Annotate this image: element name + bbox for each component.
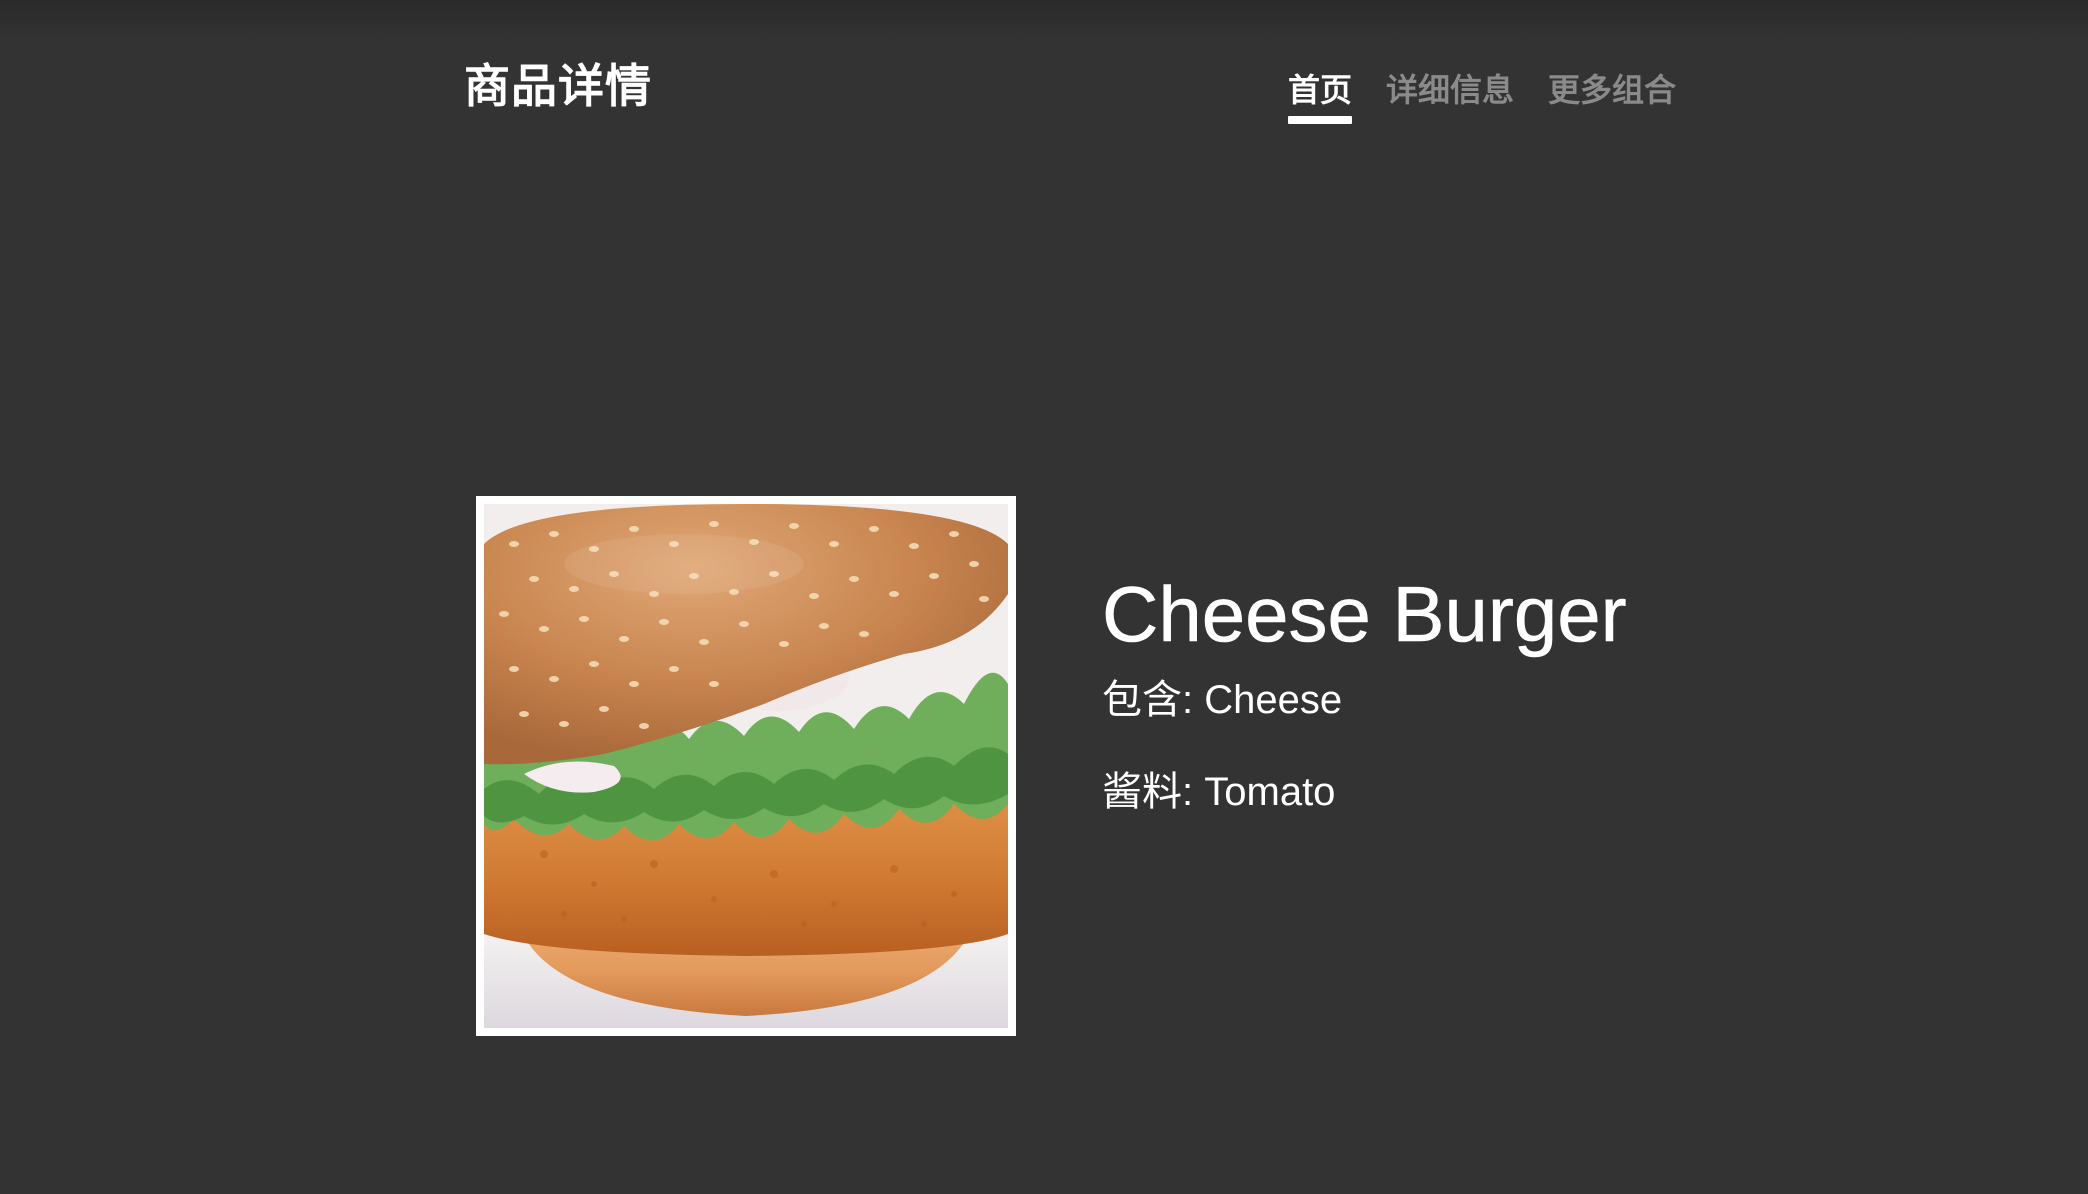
- product-card: Cheese Burger 包含: Cheese 酱料: Tomato: [476, 496, 1676, 1036]
- nav-item-home[interactable]: 首页: [1288, 66, 1353, 126]
- sauce-value: Tomato: [1204, 770, 1336, 814]
- product-name: Cheese Burger: [1102, 570, 1627, 659]
- sauce-label: 酱料:: [1102, 770, 1194, 814]
- top-nav: 首页 详细信息 更多组合: [1288, 66, 1676, 126]
- nav-item-details[interactable]: 详细信息: [1386, 66, 1514, 126]
- product-sauce: 酱料: Tomato: [1102, 766, 1662, 818]
- product-ingredients: 包含: Cheese: [1102, 674, 1662, 726]
- nav-item-more-combos[interactable]: 更多组合: [1548, 66, 1676, 126]
- top-header: 商品详情 首页 详细信息 更多组合: [0, 0, 2088, 160]
- ingredients-value: Cheese: [1204, 678, 1343, 722]
- page-title: 商品详情: [464, 59, 652, 113]
- ingredients-label: 包含:: [1102, 678, 1194, 722]
- product-image-frame: [476, 496, 1016, 1036]
- product-info: Cheese Burger 包含: Cheese 酱料: Tomato: [1102, 566, 1662, 818]
- burger-photo: [484, 504, 1008, 1028]
